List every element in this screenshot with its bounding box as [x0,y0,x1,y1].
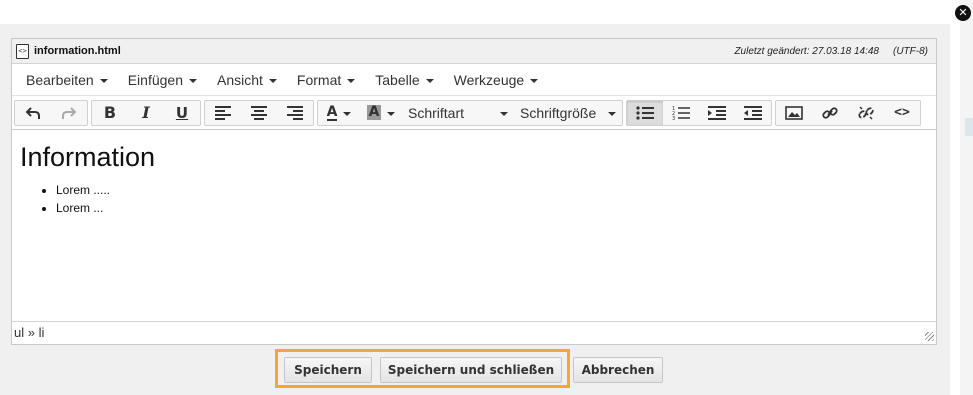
indent-button[interactable] [699,101,735,125]
align-group [204,99,314,126]
align-left-button[interactable] [205,101,241,125]
font-family-label: Schriftart [408,104,465,121]
element-path: ul » li [14,325,45,340]
background-color-icon: A [366,104,382,120]
underline-icon: U [175,103,189,122]
link-button[interactable] [812,101,848,125]
menu-bearbeiten[interactable]: Bearbeiten [18,72,116,88]
menu-label: Bearbeiten [26,71,94,88]
undo-icon [25,106,40,119]
caret-down-icon [530,78,539,83]
link-icon [822,106,838,119]
align-center-icon [251,105,267,120]
list-item: Lorem ... [56,199,928,217]
align-right-icon [287,105,303,120]
source-code-button[interactable]: <> [884,101,920,125]
align-right-button[interactable] [277,101,313,125]
italic-icon: I [142,103,150,122]
format-toolbar: B I U A A Schriftart Schriftgröße 1 2 3 … [12,96,936,130]
list-group: 123 [626,99,772,126]
menu-label: Format [296,71,342,88]
caret-down-icon [425,78,434,83]
caret-down-icon [387,111,396,116]
font-group: A A Schriftart Schriftgröße [317,99,623,126]
background-strip [965,118,973,136]
last-modified: Zuletzt geändert: 27.03.18 14:48 [734,46,879,57]
align-center-button[interactable] [241,101,277,125]
bullet-list-button[interactable] [627,100,663,125]
menu-bar: Bearbeiten Einfügen Ansicht Format Tabel… [12,64,936,96]
text-color-button[interactable]: A [318,101,360,125]
unlink-icon [858,105,874,120]
caret-down-icon [500,111,508,116]
insert-group: <> [775,99,921,126]
outdent-button[interactable] [735,101,771,125]
file-name: information.html [34,45,121,57]
menu-label: Ansicht [217,71,263,88]
italic-button[interactable]: I [128,101,164,125]
font-size-label: Schriftgröße [520,104,597,121]
caret-down-icon [347,78,356,83]
encoding: (UTF-8) [893,46,928,57]
bold-icon: B [103,103,117,122]
caret-down-icon [99,78,108,83]
history-group [14,99,88,126]
dialog-buttons: Speichern Speichern und schließen Abbrec… [0,349,950,389]
status-bar: ul » li [12,321,936,343]
editor-content[interactable]: Information Lorem ..... Lorem ... [12,130,936,321]
save-button[interactable]: Speichern [284,357,372,383]
menu-label: Tabelle [375,71,420,88]
html-editor: <> information.html Zuletzt geändert: 27… [11,38,937,345]
caret-down-icon [608,111,617,116]
text-color-icon: A [326,103,338,121]
underline-button[interactable]: U [164,101,200,125]
unlink-button[interactable] [848,101,884,125]
redo-button[interactable] [51,101,87,125]
numbered-list-icon: 123 [672,106,690,121]
align-left-icon [215,105,231,120]
menu-einfuegen[interactable]: Einfügen [120,72,205,88]
caret-down-icon [189,78,197,83]
source-code-icon: <> [894,105,910,120]
text-style-group: B I U [91,99,201,126]
numbered-list-button[interactable]: 123 [663,101,699,125]
list-item: Lorem ..... [56,181,928,199]
menu-label: Einfügen [127,71,183,88]
resize-handle-icon[interactable] [925,332,934,341]
menu-tabelle[interactable]: Tabelle [367,72,441,88]
menu-format[interactable]: Format [289,72,363,88]
indent-icon [708,105,726,120]
close-icon[interactable]: ✕ [955,5,971,21]
font-size-select[interactable]: Schriftgröße [514,101,622,125]
html-file-icon: <> [16,43,29,59]
menu-ansicht[interactable]: Ansicht [209,72,285,88]
redo-icon [62,106,77,119]
cancel-button[interactable]: Abbrechen [573,357,663,383]
font-family-select[interactable]: Schriftart [402,101,514,125]
svg-text:3: 3 [672,116,675,121]
editor-titlebar: <> information.html Zuletzt geändert: 27… [12,39,936,64]
file-meta: Zuletzt geändert: 27.03.18 14:48 (UTF-8) [734,46,928,57]
content-heading: Information [20,142,156,172]
content-list: Lorem ..... Lorem ... [20,181,928,217]
outdent-icon [744,105,762,120]
background-color-button[interactable]: A [360,101,402,125]
menu-werkzeuge[interactable]: Werkzeuge [446,72,547,88]
image-button[interactable] [776,101,812,125]
undo-button[interactable] [15,101,51,125]
bold-button[interactable]: B [92,101,128,125]
menu-label: Werkzeuge [453,71,525,88]
save-and-close-button[interactable]: Speichern und schließen [380,357,562,383]
caret-down-icon [343,111,352,116]
page-background [960,0,973,395]
caret-down-icon [268,78,277,83]
image-icon [785,105,803,120]
bullet-list-icon [636,105,654,120]
